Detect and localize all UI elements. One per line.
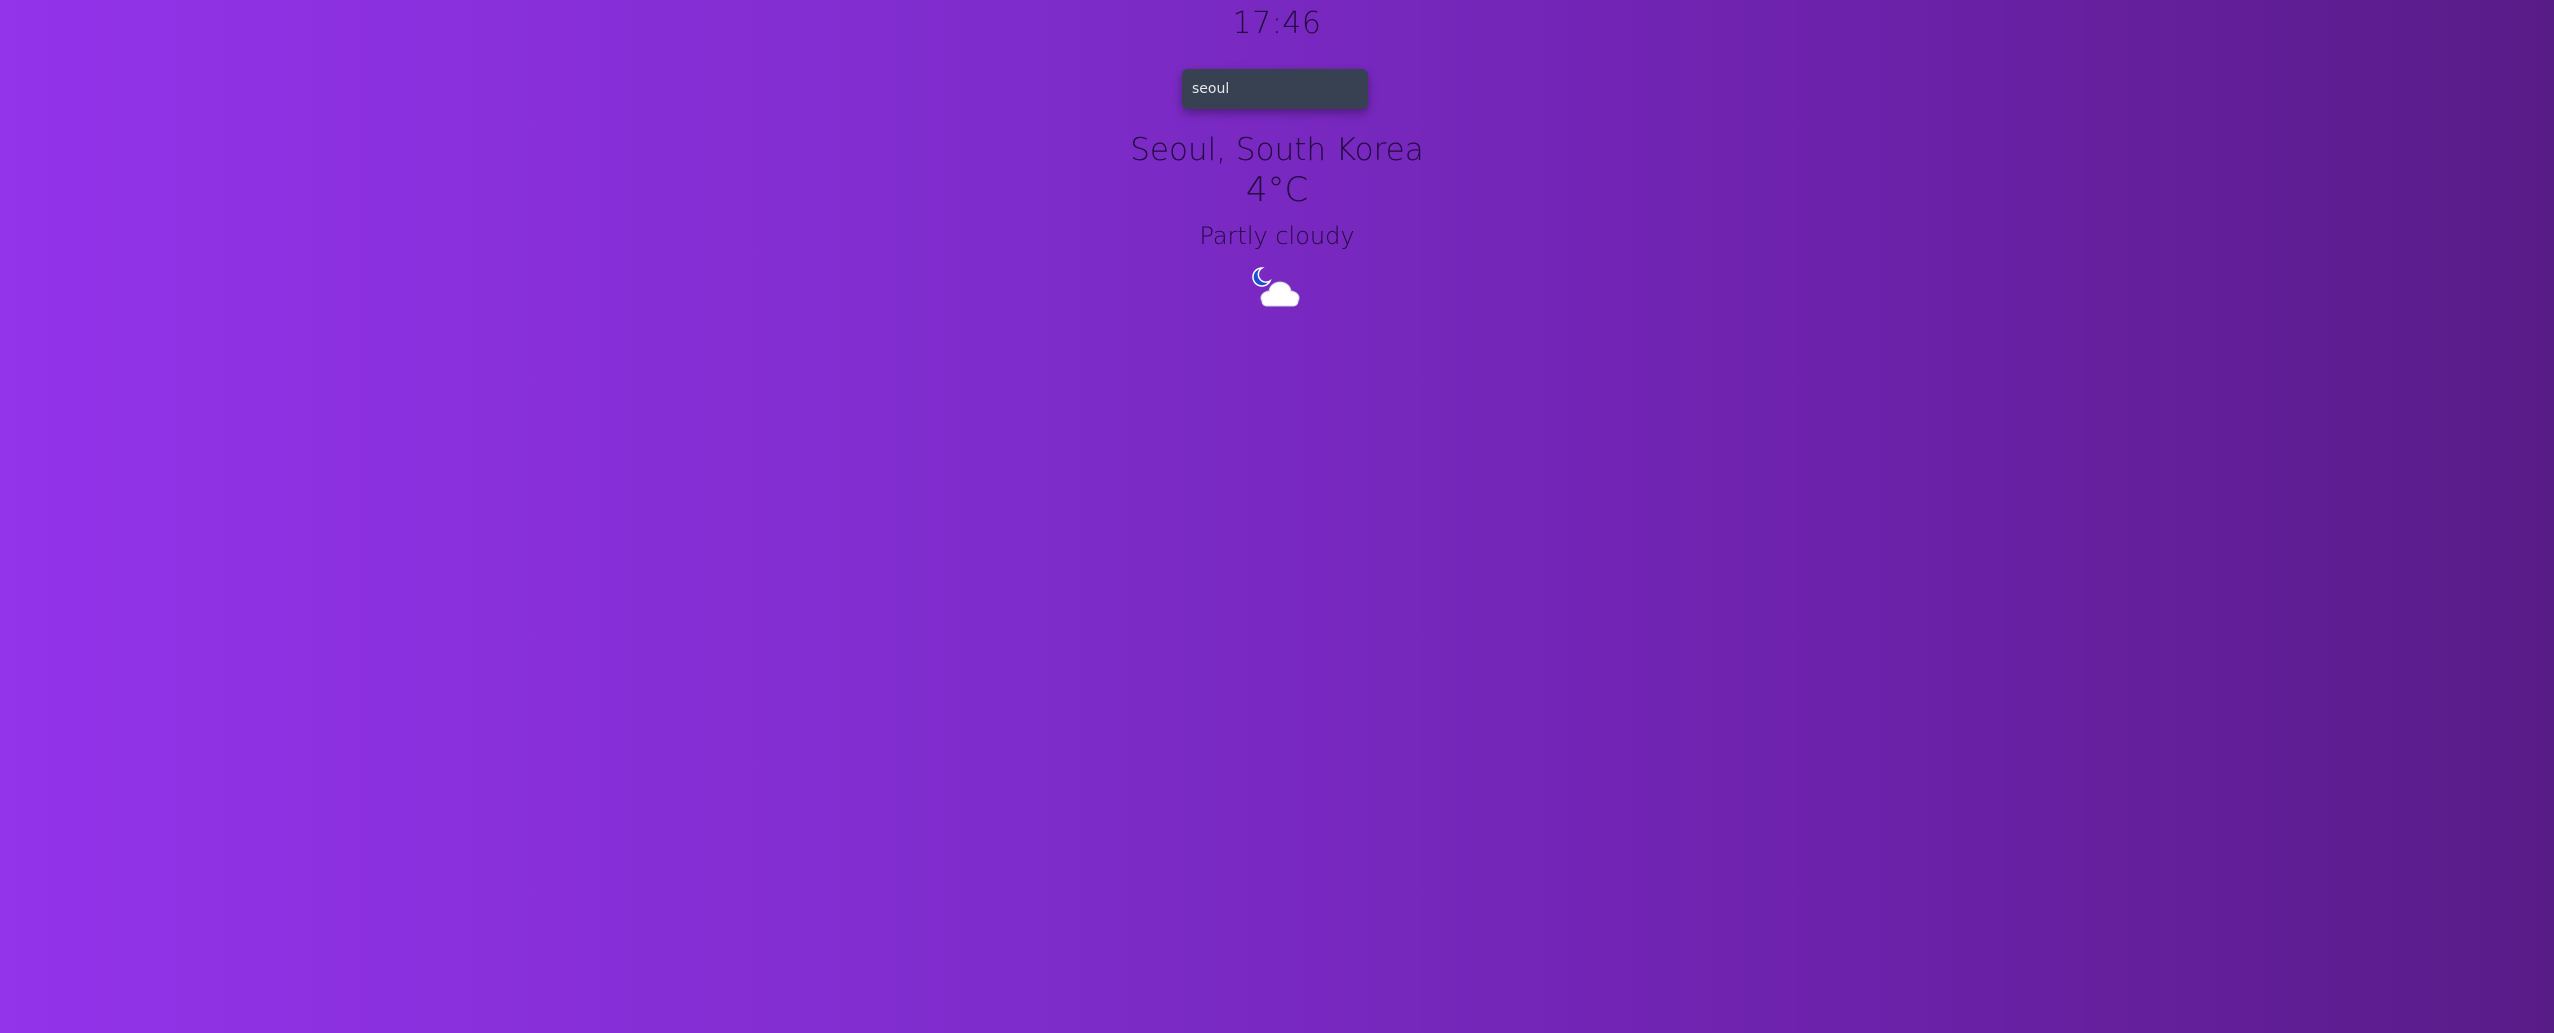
weather-condition: Partly cloudy (1199, 222, 1355, 250)
search-box (1182, 69, 1368, 109)
current-time: 17:46 (1232, 6, 1322, 41)
moon-cloud-icon (1248, 264, 1304, 312)
city-search-input[interactable] (1182, 69, 1368, 109)
location-name: Seoul, South Korea (1130, 132, 1424, 168)
temperature: 4°C (1245, 170, 1309, 210)
